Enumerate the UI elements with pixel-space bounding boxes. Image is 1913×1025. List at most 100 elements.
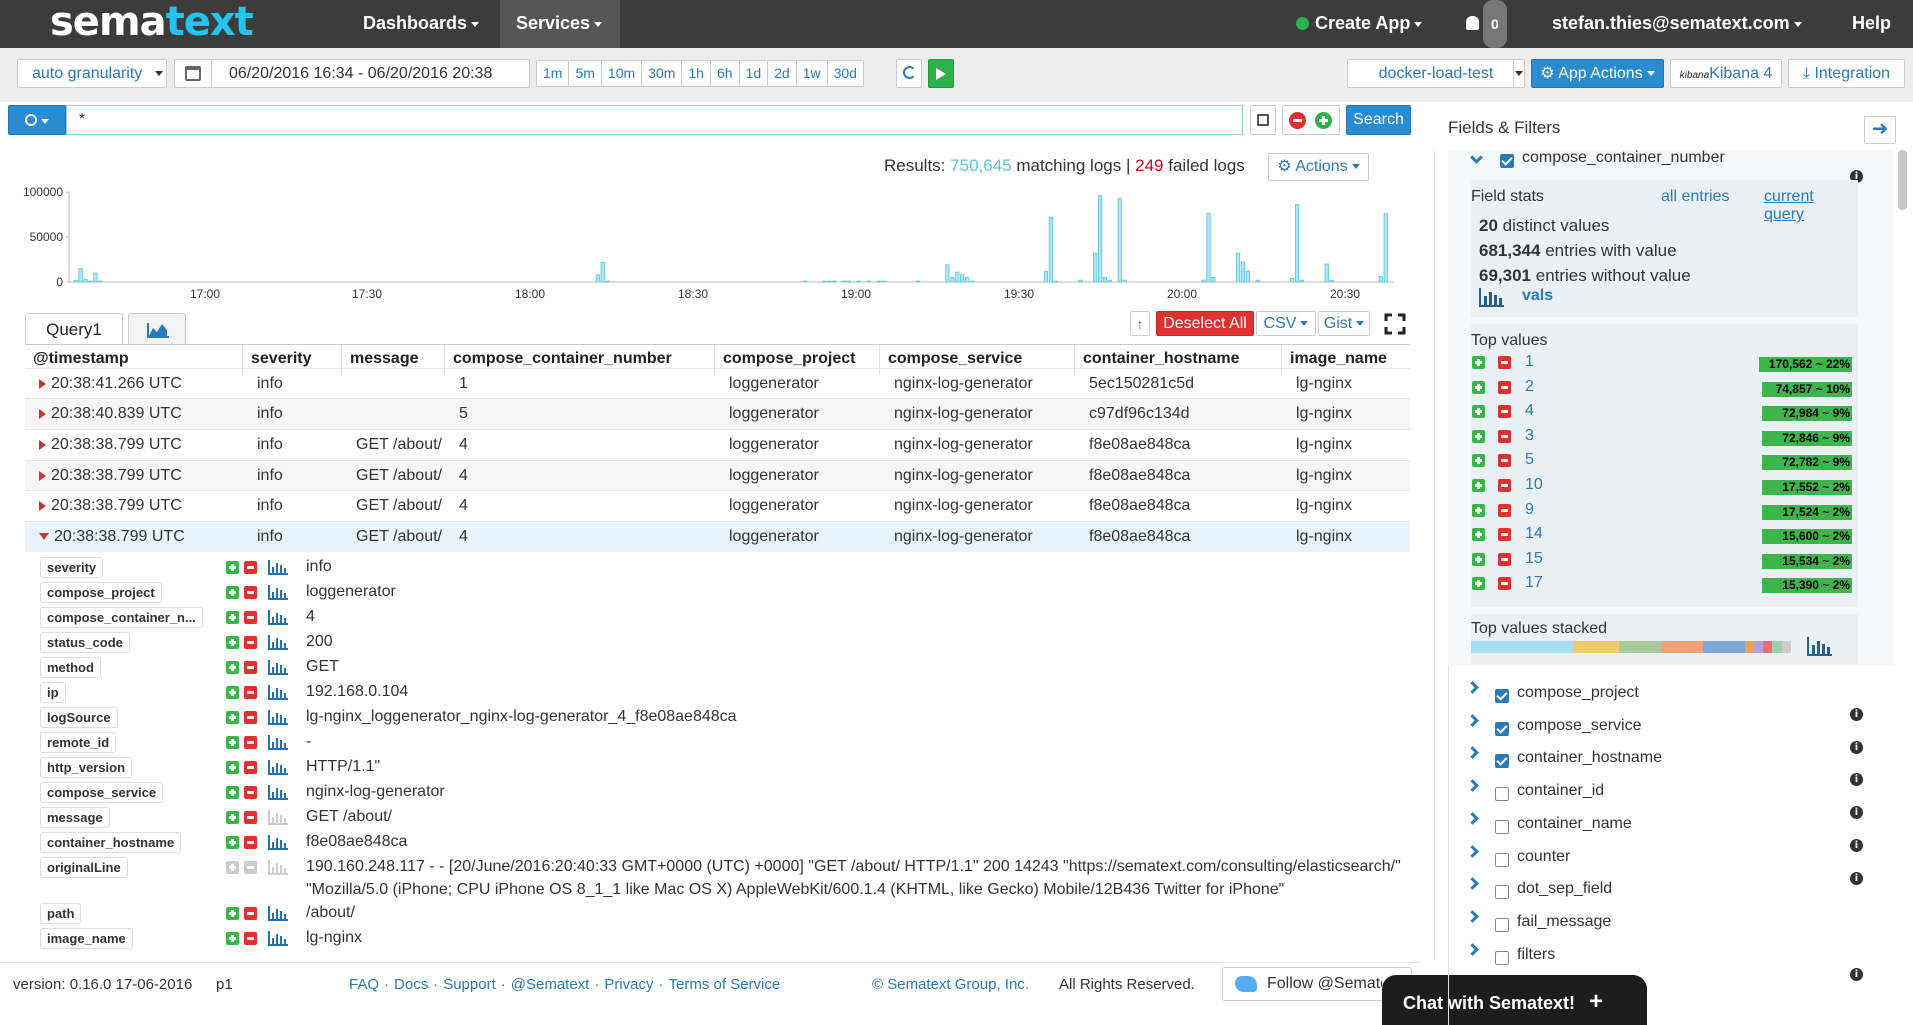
include-value-icon[interactable]	[226, 811, 239, 824]
vals-link[interactable]: vals	[1522, 287, 1553, 305]
field-checkbox-container_hostname[interactable]	[1495, 754, 1509, 769]
include-value-icon[interactable]	[226, 736, 239, 749]
info-icon[interactable]: i	[1850, 708, 1863, 721]
exclude-value-icon[interactable]	[244, 636, 257, 649]
stacked-segment[interactable]	[1772, 641, 1782, 653]
stacked-segment[interactable]	[1471, 641, 1574, 653]
histogram-bar[interactable]	[832, 280, 837, 283]
exclude-value-icon[interactable]	[1498, 405, 1511, 419]
include-value-icon[interactable]	[226, 611, 239, 624]
top-value-5[interactable]: 5	[1525, 451, 1534, 469]
include-value-icon[interactable]	[226, 711, 239, 724]
bar-chart-icon[interactable]	[268, 860, 288, 875]
app-actions-button[interactable]: ⚙ App Actions	[1531, 59, 1664, 88]
field-name-container_id[interactable]: container_id	[1517, 782, 1604, 800]
bar-chart-icon[interactable]	[1479, 287, 1505, 307]
range-5m-button[interactable]: 5m	[568, 60, 602, 87]
column-header-image_name[interactable]: image_name	[1290, 350, 1387, 368]
stacked-segment[interactable]	[1753, 641, 1764, 653]
histogram-bar[interactable]	[600, 261, 605, 283]
include-value-icon[interactable]	[1472, 479, 1485, 492]
range-2d-button[interactable]: 2d	[767, 60, 797, 87]
exclude-value-icon[interactable]	[244, 907, 257, 920]
top-value-15[interactable]: 15	[1525, 550, 1543, 568]
failed-count[interactable]: 249	[1135, 156, 1163, 175]
exclude-value-icon[interactable]	[244, 932, 257, 945]
field-checkbox-fail_message[interactable]	[1495, 917, 1509, 932]
bar-chart-icon[interactable]	[268, 735, 288, 750]
help-link[interactable]: Help	[1836, 0, 1907, 48]
include-value-icon[interactable]	[226, 686, 239, 699]
nav-dashboards[interactable]: Dashboards	[347, 0, 495, 48]
current-query-link[interactable]: current query	[1764, 188, 1858, 224]
exclude-value-icon[interactable]	[1498, 552, 1511, 566]
histogram-bar[interactable]	[1211, 277, 1216, 283]
field-name-fail_message[interactable]: fail_message	[1517, 913, 1611, 931]
detail-key-14[interactable]: image_name	[40, 928, 133, 949]
column-header-container_hostname[interactable]: container_hostname	[1083, 350, 1239, 368]
info-icon[interactable]: i	[1850, 806, 1863, 820]
bar-chart-icon[interactable]	[268, 660, 288, 675]
include-value-icon[interactable]	[226, 761, 239, 774]
top-value-10[interactable]: 10	[1525, 476, 1543, 494]
field-name-container_hostname[interactable]: container_hostname	[1517, 749, 1662, 767]
granularity-select[interactable]: auto granularity	[17, 59, 167, 88]
exclude-value-icon[interactable]	[1498, 528, 1511, 542]
chevron-right-icon[interactable]	[1466, 910, 1479, 923]
include-value-icon[interactable]	[1472, 528, 1485, 542]
expand-row-icon[interactable]	[39, 378, 46, 389]
include-value-icon[interactable]	[226, 661, 239, 674]
column-header-message[interactable]: message	[350, 350, 419, 368]
field-checkbox-container_id[interactable]	[1495, 787, 1509, 802]
column-header-compose_project[interactable]: compose_project	[723, 350, 855, 368]
csv-export-button[interactable]: CSV	[1256, 311, 1316, 336]
info-icon[interactable]: i	[1850, 773, 1863, 787]
exclude-value-icon[interactable]	[244, 861, 257, 874]
bar-chart-icon[interactable]	[268, 710, 288, 725]
gist-export-button[interactable]: Gist	[1318, 311, 1370, 336]
include-value-icon[interactable]	[226, 636, 239, 649]
include-value-icon[interactable]	[1472, 454, 1485, 468]
chat-widget[interactable]: Chat with Sematext! +	[1382, 975, 1647, 1025]
histogram-bar[interactable]	[802, 280, 807, 283]
expand-row-icon[interactable]	[39, 408, 46, 419]
histogram-bar[interactable]	[827, 280, 832, 283]
save-query-button[interactable]	[1250, 105, 1276, 135]
histogram-bar[interactable]	[841, 280, 847, 283]
histogram-bar[interactable]	[1324, 263, 1329, 283]
histogram-bar[interactable]	[955, 271, 960, 283]
field-name-dot_sep_field[interactable]: dot_sep_field	[1517, 880, 1612, 898]
detail-key-4[interactable]: method	[40, 657, 101, 678]
histogram-bar[interactable]	[866, 280, 871, 283]
chevron-right-icon[interactable]	[1466, 779, 1479, 792]
histogram-bar[interactable]	[822, 280, 827, 283]
column-header-compose_service[interactable]: compose_service	[888, 350, 1022, 368]
histogram-bar[interactable]	[1048, 216, 1053, 283]
range-30d-button[interactable]: 30d	[826, 60, 864, 87]
kibana-button[interactable]: kibanaKibana 4	[1670, 59, 1782, 88]
histogram-bar[interactable]	[73, 279, 78, 283]
exclude-value-icon[interactable]	[244, 711, 257, 724]
collapse-row-icon[interactable]	[39, 533, 49, 541]
field-name-counter[interactable]: counter	[1517, 848, 1570, 866]
exclude-filter-button[interactable]	[1289, 112, 1306, 129]
detail-key-7[interactable]: remote_id	[40, 732, 117, 753]
stacked-segment[interactable]	[1661, 641, 1703, 653]
range-10m-button[interactable]: 10m	[600, 60, 643, 87]
expand-row-icon[interactable]	[39, 439, 46, 450]
detail-key-13[interactable]: path	[40, 903, 82, 924]
exclude-value-icon[interactable]	[244, 561, 257, 574]
stacked-segment[interactable]	[1744, 641, 1754, 653]
footer-link-faq[interactable]: FAQ	[349, 976, 379, 993]
include-value-icon[interactable]	[226, 861, 239, 874]
stacked-segment[interactable]	[1763, 641, 1773, 653]
footer-link-privacy[interactable]: Privacy	[604, 976, 653, 993]
chevron-right-icon[interactable]	[1466, 877, 1479, 891]
exclude-value-icon[interactable]	[244, 661, 257, 674]
field-name-filters[interactable]: filters	[1517, 946, 1555, 964]
footer-link-sematext[interactable]: @Sematext	[511, 976, 590, 993]
range-30m-button[interactable]: 30m	[641, 60, 683, 87]
table-row[interactable]: 20:38:38.799 UTC info GET /about/4 loggener…	[25, 429, 1410, 460]
search-button[interactable]: Search	[1346, 105, 1411, 135]
exclude-value-icon[interactable]	[244, 761, 257, 774]
